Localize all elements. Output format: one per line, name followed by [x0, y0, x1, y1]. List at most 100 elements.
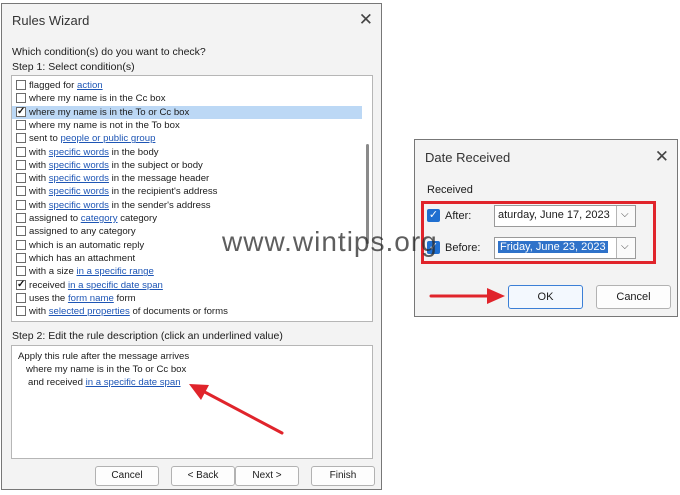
condition-row[interactable]: ✓ received in a specific date span	[12, 279, 362, 292]
condition-text: in the body	[108, 146, 159, 158]
condition-link[interactable]: specific words	[49, 160, 109, 171]
rule-description-box: Apply this rule after the message arrive…	[11, 345, 373, 459]
next-button-label: Next >	[252, 470, 282, 481]
date-span-link[interactable]: in a specific date span	[86, 377, 181, 388]
next-button[interactable]: Next >	[235, 466, 299, 486]
condition-link[interactable]: people or public group	[60, 133, 155, 144]
condition-checkbox[interactable]	[16, 252, 26, 263]
condition-row[interactable]: with specific words in the message heade…	[12, 172, 362, 185]
condition-text: form	[113, 292, 136, 304]
condition-checkbox[interactable]	[16, 146, 26, 157]
before-date-picker[interactable]: Friday, June 23, 2023 ⌵	[494, 237, 636, 259]
condition-row[interactable]: with specific words in the sender's addr…	[12, 199, 362, 212]
step2-label: Step 2: Edit the rule description (click…	[12, 330, 283, 342]
condition-label: with specific words in the body	[29, 146, 159, 159]
condition-text: with	[29, 146, 49, 158]
condition-label: flagged for action	[29, 79, 103, 92]
after-checkbox[interactable]: ✓	[427, 209, 440, 222]
condition-row[interactable]: with specific words in the recipient's a…	[12, 185, 362, 198]
condition-checkbox[interactable]	[16, 133, 26, 144]
condition-row[interactable]: with a size in a specific range	[12, 265, 362, 278]
condition-text: which has an attachment	[29, 252, 136, 264]
condition-label: assigned to any category	[29, 225, 136, 238]
after-date-picker[interactable]: aturday, June 17, 2023 ⌵	[494, 205, 636, 227]
condition-checkbox[interactable]	[16, 239, 26, 250]
condition-row[interactable]: assigned to category category	[12, 212, 362, 225]
after-label: After:	[445, 210, 472, 222]
after-dropdown[interactable]: ⌵	[616, 206, 635, 226]
condition-text: sent to	[29, 133, 61, 145]
condition-row[interactable]: where my name is not in the To box	[12, 119, 362, 132]
finish-button-label: Finish	[329, 470, 357, 481]
condition-checkbox[interactable]	[16, 226, 26, 237]
condition-link[interactable]: selected properties	[49, 306, 130, 317]
condition-checkbox[interactable]	[16, 119, 26, 130]
condition-checkbox[interactable]	[16, 306, 26, 317]
condition-label: with specific words in the subject or bo…	[29, 159, 203, 172]
condition-row[interactable]: uses the form name form	[12, 292, 362, 305]
cancel-button-label: Cancel	[111, 470, 143, 481]
condition-checkbox[interactable]	[16, 159, 26, 170]
condition-row[interactable]: with specific words in the subject or bo…	[12, 159, 362, 172]
close-icon[interactable]: ✕	[655, 147, 669, 167]
condition-label: which is an automatic reply	[29, 239, 144, 252]
condition-label: sent to people or public group	[29, 132, 155, 145]
condition-link[interactable]: form name	[68, 293, 114, 304]
condition-checkbox[interactable]	[16, 199, 26, 210]
watermark-text: www.wintips.org	[222, 226, 438, 257]
cancel-button[interactable]: Cancel	[596, 285, 671, 309]
close-icon[interactable]: ✕	[359, 10, 373, 30]
condition-checkbox[interactable]: ✓	[16, 106, 26, 117]
condition-link[interactable]: specific words	[49, 186, 109, 197]
back-button[interactable]: < Back	[171, 466, 235, 486]
condition-checkbox[interactable]	[16, 266, 26, 277]
description-line: and received in a specific date span	[28, 377, 181, 388]
condition-link[interactable]: specific words	[49, 200, 109, 211]
after-date-value: aturday, June 17, 2023	[498, 209, 610, 221]
condition-text: with	[29, 306, 49, 318]
window-title: Date Received	[425, 150, 511, 165]
condition-checkbox[interactable]	[16, 80, 26, 90]
condition-link[interactable]: specific words	[49, 147, 109, 158]
conditions-list[interactable]: flagged for action where my name is in th…	[11, 75, 373, 322]
condition-checkbox[interactable]	[16, 213, 26, 223]
condition-text: with	[29, 186, 49, 198]
condition-row[interactable]: with selected properties of documents or…	[12, 305, 362, 318]
title-bar: Date Received ✕	[415, 140, 677, 174]
condition-checkbox[interactable]	[16, 173, 26, 184]
condition-text: in the recipient's address	[108, 186, 218, 198]
condition-label: with a size in a specific range	[29, 265, 154, 278]
condition-checkbox[interactable]	[16, 186, 26, 197]
condition-label: where my name is in the To or Cc box	[29, 106, 189, 119]
condition-text: with a size	[29, 266, 77, 278]
condition-checkbox[interactable]	[16, 93, 26, 104]
condition-text: in the message header	[108, 173, 210, 185]
cancel-button[interactable]: Cancel	[95, 466, 159, 486]
condition-row[interactable]: with specific words in the body	[12, 146, 362, 159]
condition-row[interactable]: flagged for action	[12, 79, 362, 92]
ok-button[interactable]: OK	[508, 285, 583, 309]
condition-label: with specific words in the recipient's a…	[29, 185, 217, 198]
condition-link[interactable]: specific words	[49, 173, 109, 184]
condition-row[interactable]: where my name is in the Cc box	[12, 92, 362, 105]
condition-label: uses the form name form	[29, 292, 136, 305]
step1-label: Step 1: Select condition(s)	[12, 61, 135, 73]
condition-link[interactable]: in a specific range	[76, 266, 153, 277]
condition-row[interactable]: sent to people or public group	[12, 132, 362, 145]
before-dropdown[interactable]: ⌵	[616, 238, 635, 258]
window-title: Rules Wizard	[12, 13, 90, 28]
condition-label: where my name is in the Cc box	[29, 92, 166, 105]
condition-text: in the sender's address	[108, 199, 211, 211]
condition-checkbox[interactable]: ✓	[16, 279, 26, 290]
condition-text: where my name is not in the To box	[29, 119, 180, 131]
condition-row[interactable]: ✓ where my name is in the To or Cc box	[12, 105, 362, 119]
condition-label: received in a specific date span	[29, 279, 163, 292]
before-date-value: Friday, June 23, 2023	[498, 241, 608, 253]
finish-button[interactable]: Finish	[311, 466, 375, 486]
condition-text: which is an automatic reply	[29, 239, 145, 251]
condition-link[interactable]: in a specific date span	[68, 280, 163, 291]
condition-checkbox[interactable]	[16, 292, 26, 303]
condition-text: where my name is in the To or Cc box	[29, 106, 190, 118]
condition-link[interactable]: category	[81, 213, 118, 224]
condition-link[interactable]: action	[77, 80, 103, 91]
